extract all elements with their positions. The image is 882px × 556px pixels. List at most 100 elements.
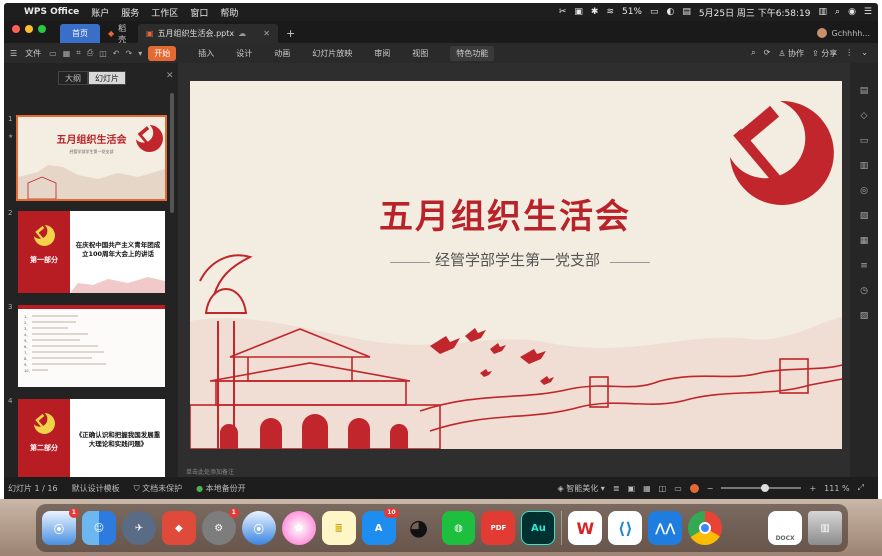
minimize-window-button[interactable] [25, 25, 33, 33]
chrome-icon[interactable] [688, 511, 723, 545]
menubar-item-service[interactable]: 服务 [121, 6, 139, 19]
print-icon[interactable]: ⎙ [87, 48, 93, 58]
safari-icon[interactable]: ⦿ 1 [42, 508, 79, 545]
launchpad-icon[interactable]: ✈ [121, 511, 156, 545]
fit-window-icon[interactable]: ⤢ [858, 483, 864, 493]
zoom-slider-knob[interactable] [761, 484, 770, 492]
adjust-icon[interactable]: ≡ [858, 260, 870, 272]
siri-icon[interactable]: ◉ [848, 7, 856, 17]
system-preferences-icon[interactable]: ⚙ 1 [201, 508, 239, 545]
slide-subtitle[interactable]: 经管学部学生第一党支部 [395, 249, 640, 270]
search-icon[interactable]: ⌕ [751, 48, 755, 59]
zoom-slider[interactable] [721, 484, 802, 492]
close-panel-icon[interactable]: ✕ [166, 71, 174, 81]
qq-icon[interactable]: ◕ [402, 511, 436, 545]
file-menu[interactable]: 文件 [25, 48, 41, 59]
menu-special-features[interactable]: 特色功能 [450, 45, 495, 61]
slide-thumbnail-2[interactable]: 第一部分 在庆祝中国共产主义青年团成立100周年大会上的讲话 [18, 211, 165, 293]
format-painter-icon[interactable]: ⌗ [76, 48, 81, 58]
menubar-app-name[interactable]: WPS Office [24, 7, 79, 17]
collaborate-button[interactable]: ♙ 协作 [778, 48, 804, 59]
design-template[interactable]: 默认设计模板 [72, 483, 120, 494]
close-window-button[interactable] [12, 25, 20, 33]
menu-design[interactable]: 设计 [236, 48, 252, 59]
smart-beautify-button[interactable]: ◈ 智能美化 ▾ [558, 483, 605, 494]
transition-icon[interactable]: ▧ [858, 210, 870, 222]
menubar-item-account[interactable]: 账户 [91, 6, 109, 19]
zoom-in-icon[interactable]: + [809, 484, 816, 493]
menu-view[interactable]: 视图 [412, 48, 428, 59]
pdf-app-icon[interactable]: PDF [481, 511, 516, 545]
slide-thumbnail-3[interactable]: 1、 2、 3、 4、 5、 6、 7、 8、 9、 10、 [18, 305, 165, 387]
audition-icon[interactable]: Au [521, 511, 556, 545]
control-center-icon[interactable]: ◐ [667, 7, 675, 17]
save-icon[interactable]: ▦ [63, 49, 71, 58]
tab-document[interactable]: ▣ 五月组织生活会.pptx ☁ ✕ [138, 24, 278, 43]
menubar-item-help[interactable]: 帮助 [220, 6, 238, 19]
chart-icon[interactable]: ▥ [858, 160, 870, 172]
animation-icon[interactable]: ◎ [858, 185, 870, 197]
properties-icon[interactable]: ▤ [858, 85, 870, 97]
menu-extra-icon[interactable]: ▥ [819, 7, 828, 17]
wechat-icon[interactable]: ◍ [441, 511, 476, 545]
notes-icon[interactable]: ≣ [321, 511, 356, 545]
menu-animation[interactable]: 动画 [274, 48, 290, 59]
trash-icon[interactable]: ▥ [808, 511, 843, 545]
redo-icon[interactable]: ↷ [125, 49, 132, 58]
wechat-status-icon[interactable]: ▣ [574, 7, 583, 17]
docx-file-icon[interactable]: DOCX [768, 511, 803, 545]
vscode-icon[interactable]: ⟨⟩ [608, 511, 643, 545]
preview-icon[interactable]: ◫ [99, 49, 107, 58]
history-icon[interactable]: ◷ [858, 285, 870, 297]
tab-slides[interactable]: 幻灯片 [88, 71, 126, 85]
slide-thumbnail-4[interactable]: 第二部分 《正确认识和把握我国发展重大理论和实践问题》 [18, 399, 165, 481]
lark-icon[interactable]: ⋀⋀ [648, 511, 683, 545]
notes-toggle-icon[interactable]: ≣ [613, 484, 620, 493]
wifi-icon[interactable]: ≋ [606, 7, 614, 17]
hamburger-icon[interactable]: ☰ [10, 49, 17, 58]
quick-access-dropdown-icon[interactable]: ▾ [138, 49, 142, 58]
local-backup[interactable]: ● 本地备份开 [196, 483, 246, 494]
normal-view-icon[interactable]: ▣ [628, 484, 636, 493]
tab-outline[interactable]: 大纲 [58, 71, 88, 85]
zoom-level[interactable]: 111 % [824, 484, 849, 493]
presenter-view-icon[interactable]: ▭ [674, 484, 682, 493]
slide-thumbnail-1[interactable]: 五月组织生活会 经管学部学生第一党支部 [16, 115, 167, 201]
safari-browser-icon[interactable]: ⦿ [241, 511, 276, 545]
bluetooth-icon[interactable]: ✱ [591, 7, 599, 17]
menu-home[interactable]: 开始 [148, 45, 177, 61]
format-icon[interactable]: ▭ [858, 135, 870, 147]
photos-icon[interactable]: ✿ [281, 511, 316, 545]
menubar-item-workspace[interactable]: 工作区 [151, 6, 178, 19]
share-button[interactable]: ⇪ 分享 [812, 48, 837, 59]
zoom-out-icon[interactable]: − [707, 484, 714, 493]
sorter-view-icon[interactable]: ▦ [643, 484, 651, 493]
user-account[interactable]: Gchhhh... [817, 28, 878, 43]
play-slideshow-icon[interactable] [689, 483, 699, 493]
close-tab-icon[interactable]: ✕ [263, 29, 270, 38]
notes-placeholder[interactable]: 单击此处添加备注 [186, 467, 234, 476]
tab-daoke[interactable]: ◆ 稻壳 [100, 24, 138, 44]
more-icon[interactable]: ⋮ [845, 48, 853, 59]
menu-insert[interactable]: 插入 [198, 48, 214, 59]
zoom-window-button[interactable] [38, 25, 46, 33]
menu-slideshow[interactable]: 幻灯片放映 [312, 48, 352, 59]
shapes-icon[interactable]: ◇ [858, 110, 870, 122]
document-protection[interactable]: ⛉ 文档未保护 [134, 483, 183, 494]
battery-icon[interactable]: ▭ [650, 7, 659, 17]
notification-icon[interactable]: ☰ [864, 7, 872, 17]
image-icon[interactable]: ▨ [858, 310, 870, 322]
menu-review[interactable]: 审阅 [374, 48, 390, 59]
tab-home[interactable]: 首页 [60, 24, 100, 43]
new-tab-button[interactable]: + [278, 24, 303, 43]
menubar-item-window[interactable]: 窗口 [190, 6, 208, 19]
sync-icon[interactable]: ⟳ [764, 48, 771, 59]
collapse-ribbon-icon[interactable]: ⌄ [861, 48, 868, 59]
clipboard-icon[interactable]: ▦ [858, 235, 870, 247]
menubar-datetime[interactable]: 5月25日 周三 下午6:58:19 [699, 6, 811, 19]
dog-app-icon[interactable]: ◆ [161, 511, 196, 545]
current-slide[interactable]: 五月组织生活会 经管学部学生第一党支部 [190, 81, 842, 449]
app-store-icon[interactable]: A 10 [361, 508, 399, 545]
spotlight-icon[interactable]: ⌕ [835, 7, 840, 17]
open-folder-icon[interactable]: ▭ [49, 49, 57, 58]
